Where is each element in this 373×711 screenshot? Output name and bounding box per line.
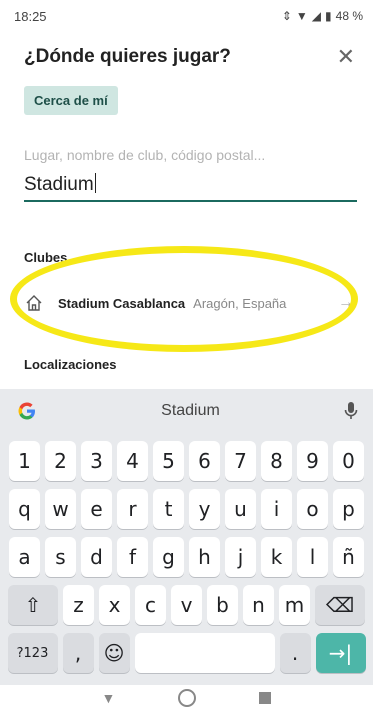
key-i[interactable]: i bbox=[261, 489, 292, 529]
suggestion-bar: Stadium bbox=[0, 389, 373, 433]
key-row-numbers: 1 2 3 4 5 6 7 8 9 0 bbox=[0, 441, 373, 481]
key-a[interactable]: a bbox=[9, 537, 40, 577]
club-name: Stadium Casablanca bbox=[58, 295, 186, 311]
key-row-functions: ?123 , ☺ . →| bbox=[0, 633, 373, 673]
key-q[interactable]: q bbox=[9, 489, 40, 529]
key-l[interactable]: l bbox=[297, 537, 328, 577]
key-u[interactable]: u bbox=[225, 489, 256, 529]
key-t[interactable]: t bbox=[153, 489, 184, 529]
club-result-item[interactable]: Stadium Casablanca Aragón, España → bbox=[24, 285, 364, 321]
shift-key[interactable]: ⇧ bbox=[8, 585, 58, 625]
key-3[interactable]: 3 bbox=[81, 441, 112, 481]
key-g[interactable]: g bbox=[153, 537, 184, 577]
key-h[interactable]: h bbox=[189, 537, 220, 577]
wifi-icon: ▼ bbox=[295, 9, 308, 23]
emoji-key[interactable]: ☺ bbox=[98, 633, 130, 673]
header: ¿Dónde quieres jugar? ✕ bbox=[24, 40, 355, 74]
text-caret bbox=[94, 173, 96, 193]
near-me-button[interactable]: Cerca de mí bbox=[24, 86, 118, 115]
arrow-right-icon: → bbox=[338, 294, 354, 311]
search-input[interactable]: Stadium bbox=[24, 172, 357, 202]
key-row-bottom: ⇧ z x c v b n m ⌫ bbox=[0, 585, 373, 625]
status-bar: 18:25 ⇕ ▼ ◢ ▮ 48 % bbox=[0, 0, 373, 32]
home-icon bbox=[26, 295, 42, 311]
key-p[interactable]: p bbox=[333, 489, 364, 529]
period-key[interactable]: . bbox=[279, 633, 311, 673]
key-0[interactable]: 0 bbox=[333, 441, 364, 481]
key-x[interactable]: x bbox=[99, 585, 130, 625]
key-y[interactable]: y bbox=[189, 489, 220, 529]
key-b[interactable]: b bbox=[207, 585, 238, 625]
battery-level: 48 % bbox=[335, 9, 363, 23]
key-row-top: q w e r t y u i o p bbox=[0, 489, 373, 529]
key-e[interactable]: e bbox=[81, 489, 112, 529]
recents-icon[interactable] bbox=[259, 692, 272, 704]
suggestion-word[interactable]: Stadium bbox=[161, 402, 220, 420]
key-5[interactable]: 5 bbox=[153, 441, 184, 481]
key-z[interactable]: z bbox=[63, 585, 94, 625]
status-time: 18:25 bbox=[14, 8, 47, 24]
clubs-section-title: Clubes bbox=[24, 250, 68, 265]
status-icons: ⇕ ▼ ◢ ▮ 48 % bbox=[282, 9, 363, 23]
symbols-key[interactable]: ?123 bbox=[7, 633, 58, 673]
microphone-icon[interactable] bbox=[343, 401, 359, 421]
key-s[interactable]: s bbox=[45, 537, 76, 577]
navigation-bar: ▼ bbox=[0, 685, 373, 711]
key-r[interactable]: r bbox=[117, 489, 148, 529]
battery-icon: ▮ bbox=[325, 9, 332, 23]
key-d[interactable]: d bbox=[81, 537, 112, 577]
key-1[interactable]: 1 bbox=[9, 441, 40, 481]
key-j[interactable]: j bbox=[225, 537, 256, 577]
enter-key[interactable]: →| bbox=[315, 633, 366, 673]
space-key[interactable] bbox=[134, 633, 275, 673]
home-button-icon[interactable] bbox=[178, 689, 197, 707]
key-6[interactable]: 6 bbox=[189, 441, 220, 481]
key-9[interactable]: 9 bbox=[297, 441, 328, 481]
key-k[interactable]: k bbox=[261, 537, 292, 577]
backspace-key[interactable]: ⌫ bbox=[315, 585, 365, 625]
key-4[interactable]: 4 bbox=[117, 441, 148, 481]
key-7[interactable]: 7 bbox=[225, 441, 256, 481]
search-placeholder: Lugar, nombre de club, código postal... bbox=[24, 147, 266, 163]
signal-icon: ◢ bbox=[311, 9, 322, 23]
key-row-middle: a s d f g h j k l ñ bbox=[0, 537, 373, 577]
locations-section-title: Localizaciones bbox=[24, 357, 117, 372]
key-8[interactable]: 8 bbox=[261, 441, 292, 481]
key-v[interactable]: v bbox=[171, 585, 202, 625]
key-n[interactable]: n bbox=[243, 585, 274, 625]
keyboard: Stadium 1 2 3 4 5 6 7 8 9 0 q w e r t y … bbox=[0, 389, 373, 685]
club-location: Aragón, España bbox=[193, 295, 287, 311]
close-icon[interactable]: ✕ bbox=[337, 46, 355, 68]
key-n-tilde[interactable]: ñ bbox=[333, 537, 364, 577]
google-icon[interactable] bbox=[16, 400, 38, 422]
page-title: ¿Dónde quieres jugar? bbox=[24, 46, 231, 67]
key-o[interactable]: o bbox=[297, 489, 328, 529]
key-m[interactable]: m bbox=[279, 585, 310, 625]
comma-key[interactable]: , bbox=[62, 633, 94, 673]
vibrate-icon: ⇕ bbox=[281, 9, 292, 23]
back-icon[interactable]: ▼ bbox=[102, 690, 116, 706]
key-f[interactable]: f bbox=[117, 537, 148, 577]
key-w[interactable]: w bbox=[45, 489, 76, 529]
key-2[interactable]: 2 bbox=[45, 441, 76, 481]
search-input-value: Stadium bbox=[24, 174, 94, 195]
key-c[interactable]: c bbox=[135, 585, 166, 625]
